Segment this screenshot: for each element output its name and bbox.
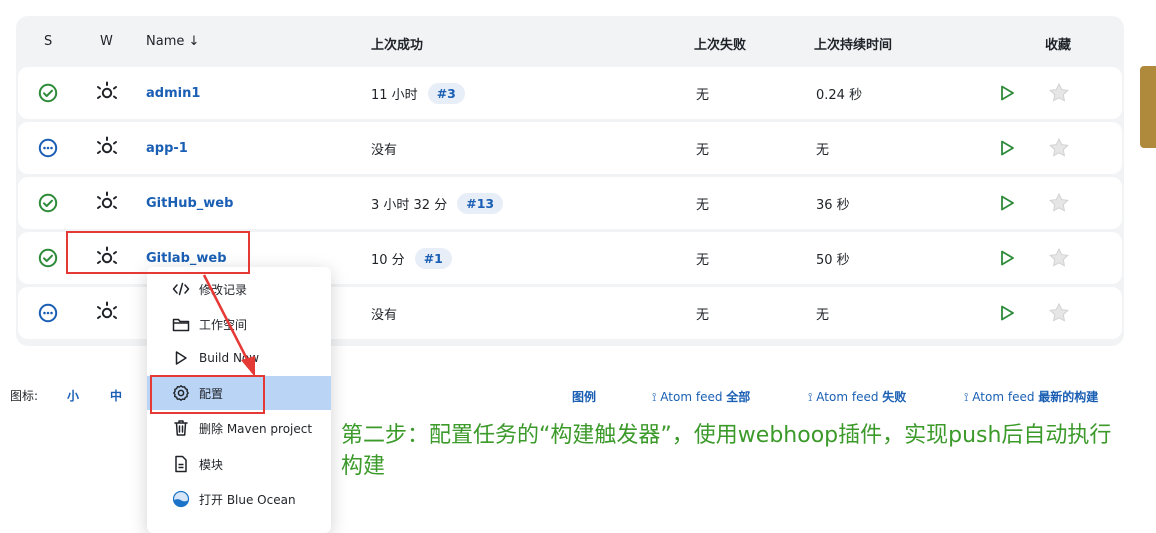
annotation-arrow [202, 274, 255, 377]
